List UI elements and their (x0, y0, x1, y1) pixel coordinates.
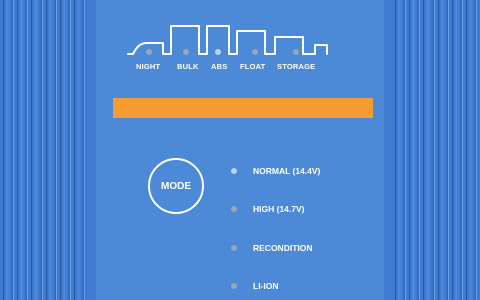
stage-label-abs: ABS (211, 62, 228, 71)
heatsink-fins-left (0, 0, 88, 300)
fin (31, 0, 43, 300)
led-abs (215, 49, 221, 55)
led-mode-normal (231, 168, 237, 174)
heatsink-fins-right (392, 0, 480, 300)
fin (73, 0, 86, 300)
mode-button[interactable]: MODE (148, 158, 204, 214)
mode-label: LI-ION (253, 281, 279, 291)
fin (409, 0, 421, 300)
led-float (252, 49, 258, 55)
mode-label: RECONDITION (253, 243, 313, 253)
fin (45, 0, 57, 300)
fin (437, 0, 449, 300)
mode-option-recondition: RECONDITION (231, 242, 313, 254)
mode-button-label: MODE (161, 180, 191, 192)
fin (17, 0, 29, 300)
led-storage (293, 49, 299, 55)
led-mode-high (231, 206, 237, 212)
fin (59, 0, 71, 300)
fin (3, 0, 15, 300)
fin (395, 0, 407, 300)
mode-option-li-ion: LI-ION (231, 280, 279, 292)
led-night (146, 49, 152, 55)
fin (451, 0, 463, 300)
led-mode-li-ion (231, 283, 237, 289)
mode-option-high: HIGH (14.7V) (231, 203, 305, 215)
stage-label-bulk: BULK (177, 62, 199, 71)
fin (423, 0, 435, 300)
led-mode-recondition (231, 245, 237, 251)
led-bulk (183, 49, 189, 55)
fin (465, 0, 478, 300)
stage-label-storage: STORAGE (277, 62, 316, 71)
mode-option-normal: NORMAL (14.4V) (231, 165, 320, 177)
mode-label: NORMAL (14.4V) (253, 166, 321, 176)
stage-label-float: FLOAT (240, 62, 266, 71)
status-display-bar (113, 98, 373, 118)
charge-curve-icon (127, 25, 328, 55)
mode-label: HIGH (14.7V) (253, 204, 305, 214)
stage-label-night: NIGHT (136, 62, 161, 71)
